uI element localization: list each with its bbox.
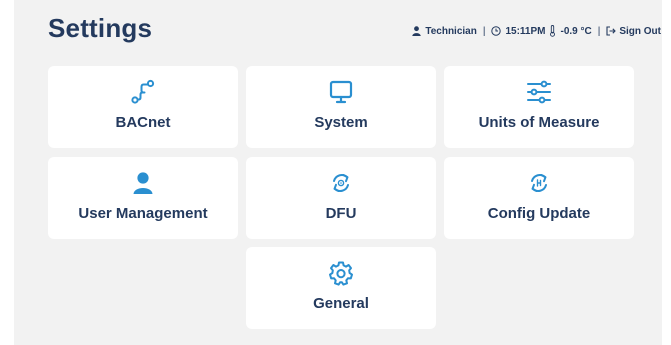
separator: |	[482, 25, 486, 37]
tile-label: System	[314, 114, 368, 131]
sign-out-icon	[606, 26, 617, 36]
monitor-icon	[328, 79, 354, 105]
separator: |	[597, 25, 601, 37]
tile-label: User Management	[78, 205, 208, 222]
tile-label: Config Update	[487, 205, 591, 222]
tile-label: BACnet	[115, 114, 171, 131]
gear-icon	[328, 260, 354, 286]
user-icon	[412, 26, 422, 36]
tile-label: Units of Measure	[478, 114, 600, 131]
status-bar: Technician | 15:11PM -0.9 °C | Sign Out	[412, 25, 661, 37]
tile-units-of-measure[interactable]: Units of Measure	[444, 66, 634, 148]
user-name: Technician	[425, 25, 477, 37]
thermometer-icon	[549, 25, 556, 37]
bacnet-network-icon	[130, 79, 156, 105]
clock-icon	[491, 26, 502, 36]
firmware-update-icon	[328, 170, 354, 196]
sliders-icon	[526, 79, 552, 105]
config-update-icon	[526, 170, 552, 196]
sign-out-label: Sign Out	[619, 25, 661, 37]
tile-general[interactable]: General	[246, 247, 436, 329]
user-icon	[130, 170, 156, 196]
sign-out-button[interactable]: Sign Out	[606, 26, 661, 37]
tile-label: DFU	[325, 205, 357, 222]
tile-user-management[interactable]: User Management	[48, 157, 238, 239]
temperature-text: -0.9 °C	[560, 25, 592, 37]
tile-label: General	[313, 295, 369, 312]
tile-bacnet[interactable]: BACnet	[48, 66, 238, 148]
tile-dfu[interactable]: DFU	[246, 157, 436, 239]
tile-config-update[interactable]: Config Update	[444, 157, 634, 239]
tile-system[interactable]: System	[246, 66, 436, 148]
time-text: 15:11PM	[505, 25, 546, 37]
page-title: Settings	[48, 13, 153, 43]
